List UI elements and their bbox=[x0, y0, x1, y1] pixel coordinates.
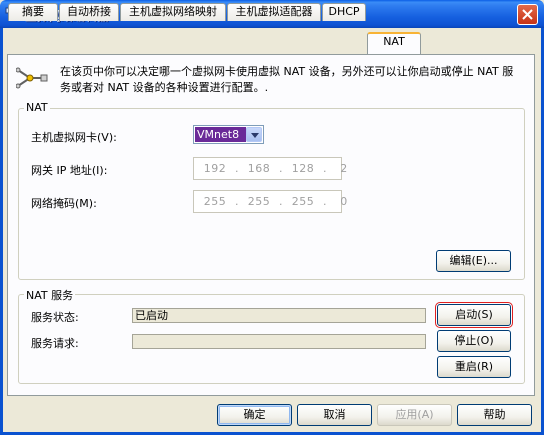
restart-service-button[interactable]: 重启(R) bbox=[437, 356, 511, 378]
info-description: 在该页中你可以决定哪一个虚拟网卡使用虚拟 NAT 设备，另外还可以让你启动或停止… bbox=[60, 65, 514, 94]
tab-host-virtual-adapters[interactable]: 主机虚拟适配器 bbox=[227, 3, 321, 21]
close-icon bbox=[522, 9, 533, 20]
nat-group-title: NAT bbox=[24, 101, 50, 114]
host-adapter-value: VMnet8 bbox=[195, 127, 246, 142]
service-status-label: 服务状态: bbox=[31, 311, 79, 324]
tab-nat[interactable]: NAT bbox=[367, 32, 421, 54]
chevron-down-icon bbox=[251, 133, 259, 138]
apply-button[interactable]: 应用(A) bbox=[377, 404, 452, 426]
dropdown-button[interactable] bbox=[246, 127, 262, 142]
tab-host-virtual-network-mapping[interactable]: 主机虚拟网络映射 bbox=[120, 3, 226, 21]
host-adapter-label: 主机虚拟网卡(V): bbox=[31, 131, 117, 144]
host-adapter-select[interactable]: VMnet8 bbox=[193, 125, 264, 144]
edit-button[interactable]: 编辑(E)... bbox=[436, 250, 511, 272]
tab-auto-bridging[interactable]: 自动桥接 bbox=[59, 3, 119, 21]
start-service-button[interactable]: 启动(S) bbox=[435, 302, 513, 328]
service-request-label: 服务请求: bbox=[31, 337, 79, 350]
nat-service-group-title: NAT 服务 bbox=[24, 287, 76, 303]
subnet-mask-label: 网络掩码(M): bbox=[31, 197, 97, 210]
tab-dhcp[interactable]: DHCP bbox=[322, 3, 366, 21]
cancel-button[interactable]: 取消 bbox=[297, 404, 372, 426]
stop-service-button[interactable]: 停止(O) bbox=[437, 330, 511, 352]
help-button[interactable]: 帮助 bbox=[457, 404, 532, 426]
gateway-ip-field[interactable]: 192 . 168 . 128 . 2 bbox=[193, 157, 347, 180]
service-request-value bbox=[132, 334, 426, 349]
tab-summary[interactable]: 摘要 bbox=[8, 3, 58, 21]
nat-router-icon bbox=[16, 67, 48, 89]
subnet-mask-field[interactable]: 255 . 255 . 255 . 0 bbox=[193, 190, 347, 213]
close-button[interactable] bbox=[517, 4, 538, 25]
gateway-ip-label: 网关 IP 地址(I): bbox=[31, 164, 108, 177]
ok-button[interactable]: 确定 bbox=[217, 404, 292, 426]
service-status-value: 已启动 bbox=[132, 308, 426, 323]
